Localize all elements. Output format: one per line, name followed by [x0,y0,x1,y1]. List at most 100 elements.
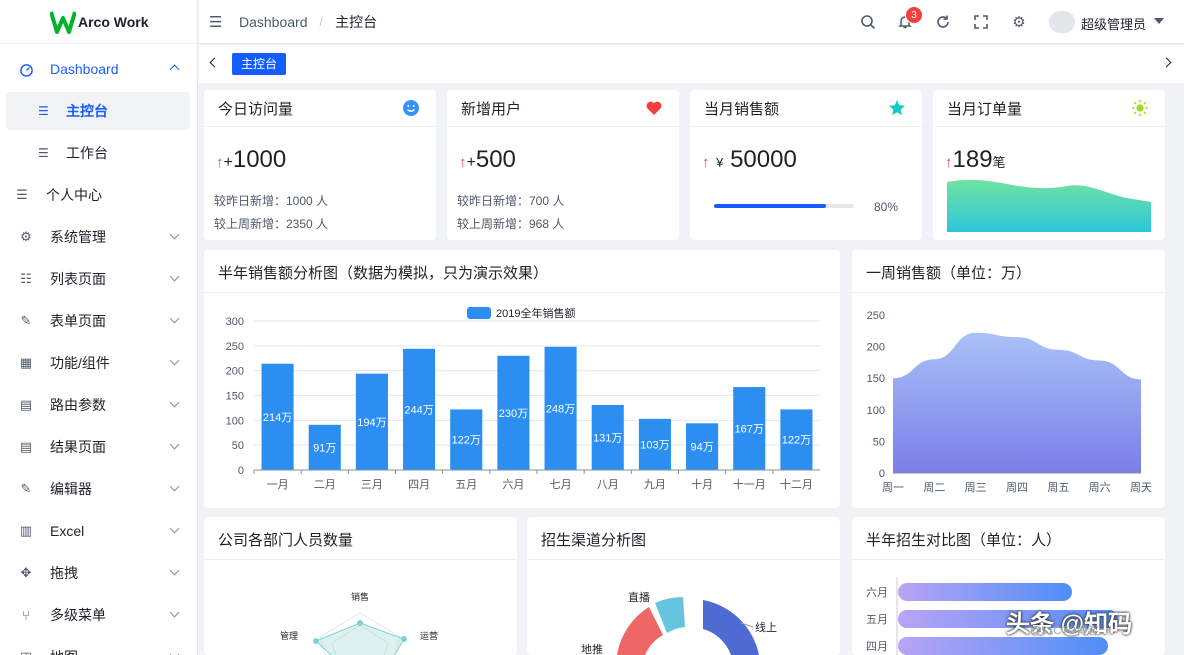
bar-data-label: 244万 [404,404,433,416]
app-logo[interactable]: Arco Work [0,0,197,44]
sidebar-item-label: 多级菜单 [50,607,106,623]
card-title: 新增用户 [461,101,522,118]
divider [204,559,517,560]
caret-down-icon[interactable] [1154,18,1164,24]
menu-fold-icon[interactable]: ☰ [209,13,225,31]
chevron-right-icon[interactable] [1161,57,1172,68]
sidebar: Arco Work Dashboard ☰ 主控台 ☰ 工作台 ☰ 个人中心 ⚙… [0,0,198,655]
stat-card-monthly-sales: 当月销售额 ↑ ¥ 50000 80% [690,90,922,240]
chevron-left-icon[interactable] [209,57,220,68]
chevron-down-icon [169,271,180,282]
x-tick-label: 五月 [455,479,477,491]
area-series[interactable] [893,332,1141,473]
sidebar-item-form[interactable]: ✎ 表单页面 [0,301,197,341]
fullscreen-icon[interactable] [972,13,990,31]
smile-icon [403,100,419,116]
sidebar-item-label: 结果页面 [50,439,106,455]
bar-data-label: 103万 [640,439,669,451]
y-tick-label: 300 [226,316,244,328]
x-tick-label: 六月 [502,478,524,491]
pie-label: 直播 [628,590,650,604]
y-tick-label: 50 [232,440,244,452]
pie-slice [655,597,685,633]
logo-icon [50,10,76,34]
sidebar-item-map[interactable]: ◫ 地图 [0,637,197,655]
refresh-icon[interactable] [934,13,952,31]
settings-icon[interactable]: ⚙ [1010,13,1028,31]
y-tick-label: 250 [226,341,244,353]
stat-card-new-users: 新增用户 ↑+500 较昨日新增：700 人 较上周新增：968 人 [447,90,679,240]
sidebar-item-editor[interactable]: ✎ 编辑器 [0,469,197,509]
sidebar-item-system[interactable]: ⚙ 系统管理 [0,217,197,257]
tab-main-console[interactable]: 主控台 [232,53,287,75]
chart-title: 招生渠道分析图 [541,532,647,549]
sidebar-item-multilevel[interactable]: ⑂ 多级菜单 [0,595,197,635]
sidebar-item-label: 列表页面 [50,271,106,287]
chevron-up-icon [169,64,180,75]
pie-slice [617,607,663,655]
sidebar-item-excel[interactable]: ▥ Excel [0,511,197,551]
dashboard-icon [18,61,34,77]
currency-sign: ¥ [716,155,724,170]
chevron-down-icon [169,481,180,492]
stat-week-line: 较上周新增：2350 人 [214,217,329,231]
tab-bar: 主控台 [199,45,1184,83]
progress-fill [714,204,826,208]
y-tick-label: 150 [226,391,244,403]
search-icon[interactable] [859,13,877,31]
y-tick-label: 150 [867,373,885,385]
stat-value: ↑ ¥ 50000 [702,146,797,174]
sidebar-item-drag[interactable]: ✥ 拖拽 [0,553,197,593]
department-radar-chart: 销售 运营 管理 [280,591,438,655]
bar [898,637,1108,655]
bar-data-label: 94万 [690,442,713,454]
sidebar-item-label: 路由参数 [50,397,106,413]
sidebar-item-label: 编辑器 [50,481,92,497]
sidebar-item-label: 表单页面 [50,313,106,329]
y-tick-label: 四月 [866,641,888,653]
progress-percent: 80% [874,200,899,214]
stat-value: ↑189笔 [945,146,1006,174]
chart-title: 半年销售额分析图（数据为模拟，只为演示效果） [218,265,549,282]
stat-card-visits: 今日访问量 ↑+1000 较昨日新增：1000 人 较上周新增：2350 人 [204,90,436,240]
sidebar-item-result[interactable]: ▤ 结果页面 [0,427,197,467]
chevron-down-icon [169,397,180,408]
file-icon: ▤ [19,397,33,412]
chevron-down-icon [169,355,180,366]
sidebar-subitem-workbench[interactable]: ☰ 工作台 [6,134,190,172]
bar-data-label: 122万 [782,435,811,447]
map-icon: ◫ [18,649,34,655]
channel-pie-card: 招生渠道分析图 直播 线上 地推 [527,517,840,655]
breadcrumb-root[interactable]: Dashboard [239,14,308,30]
sidebar-item-components[interactable]: ▦ 功能/组件 [0,343,197,383]
weekly-area-chart-card: 一周销售额（单位：万） 0 50 100 150 200 250 周一 周二 周三 周四 周五 周六 周… [852,250,1165,508]
stat-value: ↑+1000 [216,146,287,173]
sidebar-item-list[interactable]: ☷ 列表页面 [0,259,197,299]
divider [933,126,1165,127]
star-icon [889,100,905,116]
channel-donut-chart: 直播 线上 地推 [581,590,777,655]
avatar[interactable] [1049,11,1075,33]
stat-card-monthly-orders: 当月订单量 ↑189笔 [933,90,1165,240]
sidebar-item-dashboard[interactable]: Dashboard [0,49,197,89]
divider [204,126,436,127]
x-tick-label: 周二 [923,481,945,494]
stat-value: ↑+500 [459,146,516,173]
sidebar-subitem-main-console[interactable]: ☰ 主控台 [6,92,190,130]
y-tick-label: 0 [238,465,244,477]
username[interactable]: 超级管理员 [1081,14,1146,33]
legend-swatch [467,307,491,319]
divider [527,559,840,560]
legend-label[interactable]: 2019全年销售额 [496,306,575,320]
chevron-down-icon [169,313,180,324]
edit-icon: ✎ [20,313,32,328]
x-tick-label: 一月 [267,479,289,491]
radar-point [401,636,407,642]
x-tick-label: 二月 [314,479,336,491]
sidebar-item-profile[interactable]: ☰ 个人中心 [0,175,197,215]
sidebar-item-route-params[interactable]: ▤ 路由参数 [0,385,197,425]
y-tick-label: 200 [226,366,244,378]
sidebar-item-label: 系统管理 [50,229,106,245]
x-tick-label: 十一月 [733,477,766,491]
menu-icon: ☰ [38,104,49,118]
